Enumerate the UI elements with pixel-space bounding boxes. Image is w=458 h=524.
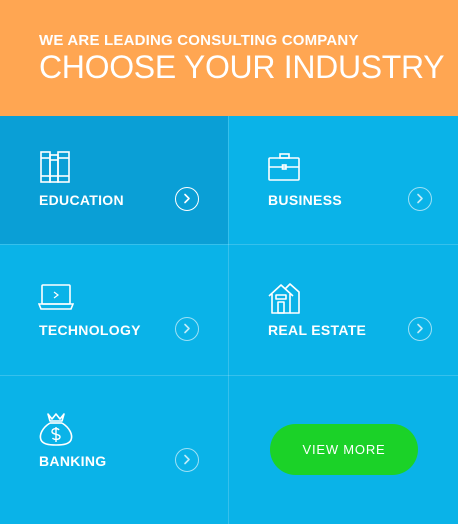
grid-divider-vertical <box>228 116 229 524</box>
industry-grid: EDUCATION BUSINESS TECHNOLOGY REAL ESTAT… <box>0 116 458 524</box>
industry-tile-banking[interactable]: BANKING <box>0 376 228 524</box>
money-bag-icon <box>39 413 73 446</box>
header-banner: WE ARE LEADING CONSULTING COMPANY CHOOSE… <box>0 0 458 116</box>
industry-tile-business[interactable]: BUSINESS <box>229 116 457 244</box>
chevron-right-icon[interactable] <box>175 448 199 472</box>
laptop-icon <box>38 284 74 310</box>
industry-label-education: EDUCATION <box>39 192 124 208</box>
grid-divider-horizontal <box>0 244 458 245</box>
industry-tile-technology[interactable]: TECHNOLOGY <box>0 245 228 375</box>
industry-tile-real-estate[interactable]: REAL ESTATE <box>229 245 457 375</box>
header-eyebrow: WE ARE LEADING CONSULTING COMPANY <box>39 32 359 49</box>
industry-label-real-estate: REAL ESTATE <box>268 322 367 338</box>
houses-icon <box>268 283 300 314</box>
chevron-right-icon[interactable] <box>408 317 432 341</box>
grid-divider-horizontal <box>0 375 458 376</box>
view-more-button[interactable]: VIEW MORE <box>270 424 418 475</box>
industry-tile-education[interactable]: EDUCATION <box>0 116 228 244</box>
briefcase-icon <box>268 153 300 181</box>
industry-label-technology: TECHNOLOGY <box>39 322 141 338</box>
industry-label-banking: BANKING <box>39 453 107 469</box>
books-icon <box>40 151 70 183</box>
industry-label-business: BUSINESS <box>268 192 342 208</box>
page-title: CHOOSE YOUR INDUSTRY <box>39 49 445 85</box>
chevron-right-icon[interactable] <box>408 187 432 211</box>
chevron-right-icon[interactable] <box>175 317 199 341</box>
chevron-right-icon[interactable] <box>175 187 199 211</box>
